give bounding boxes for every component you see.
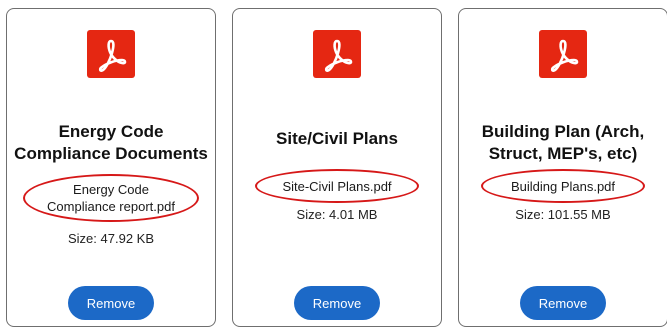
document-card: Site/Civil Plans Site-Civil Plans.pdf Si… — [232, 8, 442, 327]
document-filename[interactable]: Site-Civil Plans.pdf — [268, 178, 405, 195]
document-title: Building Plan (Arch, Struct, MEP's, etc) — [481, 122, 645, 163]
filename-highlight: Energy Code Compliance report.pdf — [23, 174, 199, 222]
filename-highlight: Site-Civil Plans.pdf — [255, 169, 419, 203]
document-size: Size: 101.55 MB — [515, 207, 611, 222]
filename-highlight: Building Plans.pdf — [481, 169, 645, 203]
document-card: Energy Code Compliance Documents Energy … — [6, 8, 216, 327]
pdf-icon — [87, 30, 135, 78]
document-title: Site/Civil Plans — [276, 129, 398, 148]
document-card: Building Plan (Arch, Struct, MEP's, etc)… — [458, 8, 667, 327]
document-card-list: Energy Code Compliance Documents Energy … — [0, 0, 667, 331]
document-filename[interactable]: Building Plans.pdf — [497, 178, 629, 195]
document-filename[interactable]: Energy Code Compliance report.pdf — [25, 181, 197, 215]
remove-button[interactable]: Remove — [520, 286, 606, 320]
remove-button[interactable]: Remove — [294, 286, 380, 320]
document-title: Energy Code Compliance Documents — [14, 122, 208, 163]
pdf-icon — [539, 30, 587, 78]
document-size: Size: 47.92 KB — [68, 231, 154, 246]
document-size: Size: 4.01 MB — [296, 207, 378, 222]
remove-button[interactable]: Remove — [68, 286, 154, 320]
pdf-icon — [313, 30, 361, 78]
